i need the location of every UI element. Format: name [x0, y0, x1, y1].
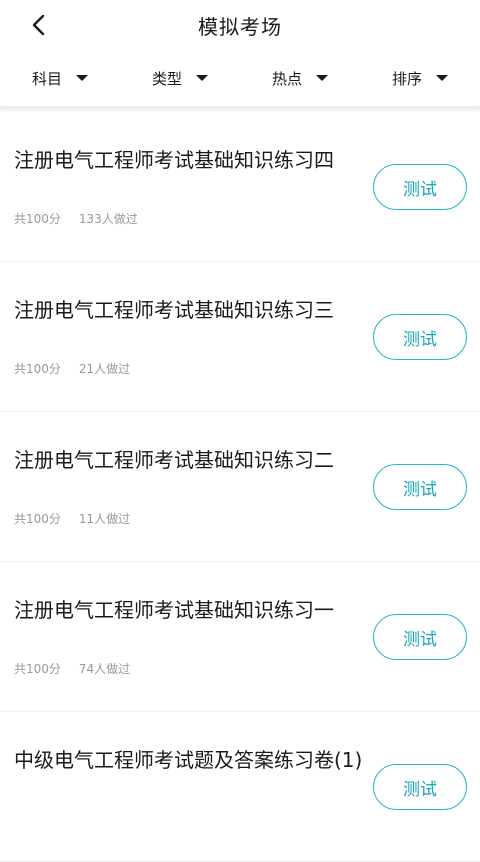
exam-score: 共100分: [14, 362, 61, 376]
test-button[interactable]: 测试: [373, 614, 467, 660]
exam-takers: 74人做过: [78, 662, 131, 676]
filter-label: 排序: [391, 69, 422, 88]
caret-down-icon: [316, 75, 328, 81]
exam-title: 注册电气工程师考试基础知识练习四: [14, 148, 334, 172]
exam-takers: 11人做过: [78, 512, 131, 526]
filter-sort[interactable]: 排序: [360, 68, 480, 89]
caret-down-icon: [196, 75, 208, 81]
filter-type[interactable]: 类型: [120, 68, 240, 89]
exam-score: 共100分: [14, 512, 61, 526]
exam-score: 共100分: [14, 212, 61, 226]
exam-title: 注册电气工程师考试基础知识练习二: [14, 448, 334, 472]
exam-title: 注册电气工程师考试基础知识练习一: [14, 598, 334, 622]
exam-meta: 共100分 21人做过: [14, 360, 130, 377]
exam-meta: 共100分 74人做过: [14, 660, 130, 677]
test-button[interactable]: 测试: [373, 464, 467, 510]
back-button[interactable]: [24, 10, 54, 40]
exam-card[interactable]: 注册电气工程师考试基础知识练习一 共100分 74人做过 测试: [0, 562, 480, 712]
top-bar: 模拟考场: [0, 0, 480, 50]
filter-label: 类型: [151, 69, 182, 88]
exam-title: 注册电气工程师考试基础知识练习三: [14, 298, 334, 322]
exam-card[interactable]: 注册电气工程师考试基础知识练习二 共100分 11人做过 测试: [0, 412, 480, 562]
test-button[interactable]: 测试: [373, 314, 467, 360]
test-button[interactable]: 测试: [373, 164, 467, 210]
exam-title: 中级电气工程师考试题及答案练习卷(1): [14, 748, 363, 772]
filter-label: 热点: [271, 69, 302, 88]
exam-score: 共100分: [14, 662, 61, 676]
chevron-left-icon: [32, 14, 45, 36]
filter-subject[interactable]: 科目: [0, 68, 120, 89]
exam-meta: 共100分 11人做过: [14, 510, 130, 527]
exam-card[interactable]: 注册电气工程师考试基础知识练习四 共100分 133人做过 测试: [0, 112, 480, 262]
caret-down-icon: [436, 75, 448, 81]
exam-meta: 共100分 133人做过: [14, 210, 138, 227]
exam-card[interactable]: 中级电气工程师考试题及答案练习卷(1) 测试: [0, 712, 480, 862]
exam-takers: 21人做过: [78, 362, 131, 376]
test-button[interactable]: 测试: [373, 764, 467, 810]
exam-list: 注册电气工程师考试基础知识练习四 共100分 133人做过 测试 注册电气工程师…: [0, 112, 480, 862]
caret-down-icon: [76, 75, 88, 81]
filter-hot[interactable]: 热点: [240, 68, 360, 89]
filter-label: 科目: [31, 69, 62, 88]
page-title: 模拟考场: [198, 14, 282, 39]
exam-card[interactable]: 注册电气工程师考试基础知识练习三 共100分 21人做过 测试: [0, 262, 480, 412]
filter-bar: 科目 类型 热点 排序: [0, 50, 480, 106]
exam-takers: 133人做过: [78, 212, 138, 226]
